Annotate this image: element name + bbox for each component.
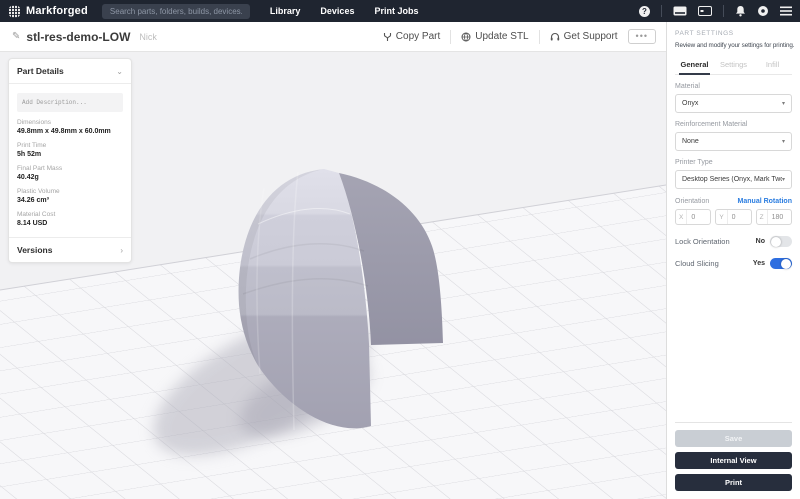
part-details-body: Dimensions 49.8mm x 49.8mm x 60.0mm Prin…: [9, 84, 131, 231]
markforged-logo[interactable]: Markforged: [8, 5, 88, 18]
get-support-button[interactable]: Get Support: [550, 31, 618, 42]
final-part-mass-value: 40.42g: [17, 174, 123, 181]
orientation-z-input[interactable]: [768, 214, 791, 221]
divider: [539, 30, 540, 44]
update-stl-button[interactable]: Update STL: [461, 31, 528, 42]
divider: [450, 30, 451, 44]
part-details-card: Part Details ⌄ Dimensions 49.8mm x 49.8m…: [8, 58, 132, 263]
navbar-right: ?: [639, 5, 792, 17]
orientation-inputs: X Y Z: [675, 209, 792, 225]
nav-link-library[interactable]: Library: [270, 6, 301, 16]
nav-link-print-jobs[interactable]: Print Jobs: [374, 6, 418, 16]
nav-link-devices[interactable]: Devices: [320, 6, 354, 16]
part-owner: Nick: [139, 32, 157, 42]
part-title: stl-res-demo-LOW: [26, 30, 130, 44]
viewport-3d[interactable]: Part Details ⌄ Dimensions 49.8mm x 49.8m…: [0, 52, 666, 499]
description-input[interactable]: [17, 93, 123, 112]
reinforcement-material-label: Reinforcement Material: [675, 121, 792, 128]
cloud-slicing-label: Cloud Slicing: [675, 259, 753, 268]
orientation-y-input[interactable]: [728, 214, 751, 221]
dimensions-label: Dimensions: [17, 119, 123, 126]
orientation-row: Orientation Manual Rotation: [675, 198, 792, 205]
edit-title-icon[interactable]: ✎: [12, 31, 20, 42]
orientation-z-field: Z: [756, 209, 792, 225]
plastic-volume-value: 34.26 cm³: [17, 197, 123, 204]
tab-settings[interactable]: Settings: [714, 56, 753, 74]
settings-tabs: General Settings Infill: [675, 56, 792, 75]
tab-general[interactable]: General: [675, 56, 714, 74]
orientation-x-input[interactable]: [687, 214, 710, 221]
settings-panel-footer: Save Internal View Print: [675, 422, 792, 491]
cloud-slicing-toggle[interactable]: [770, 258, 792, 269]
menu-hamburger-icon[interactable]: [780, 6, 792, 16]
caret-down-icon: ▾: [782, 138, 785, 145]
orientation-x-field: X: [675, 209, 711, 225]
toggle-knob: [771, 237, 781, 247]
markforged-logo-icon: [8, 5, 21, 18]
toggle-knob: [781, 259, 791, 269]
versions-label: Versions: [17, 245, 52, 255]
lock-orientation-toggle[interactable]: [770, 236, 792, 247]
copy-part-button[interactable]: Copy Part: [383, 31, 440, 42]
divider: [661, 5, 662, 17]
material-select[interactable]: Onyx ▾: [675, 94, 792, 113]
plastic-volume-label: Plastic Volume: [17, 188, 123, 195]
copy-part-fork-icon: [383, 32, 392, 42]
title-bar-actions: Copy Part Update STL: [383, 29, 656, 44]
help-icon[interactable]: ?: [639, 6, 650, 17]
axis-x-label: X: [676, 210, 687, 224]
orientation-y-field: Y: [715, 209, 751, 225]
nav-links: Library Devices Print Jobs: [270, 6, 419, 16]
manual-rotation-link[interactable]: Manual Rotation: [738, 198, 792, 205]
update-stl-icon: [461, 32, 471, 42]
divider: [723, 5, 724, 17]
headset-icon: [550, 32, 560, 42]
printer-status-icon[interactable]: [673, 6, 687, 16]
print-button[interactable]: Print: [675, 474, 792, 491]
axis-y-label: Y: [716, 210, 727, 224]
final-part-mass-label: Final Part Mass: [17, 165, 123, 172]
material-status-icon[interactable]: [698, 6, 712, 16]
dimensions-value: 49.8mm x 49.8mm x 60.0mm: [17, 128, 123, 135]
lock-orientation-row: Lock Orientation No: [675, 236, 792, 247]
material-label: Material: [675, 83, 792, 90]
caret-down-icon: ▾: [782, 176, 785, 183]
internal-view-button[interactable]: Internal View: [675, 452, 792, 469]
axis-z-label: Z: [757, 210, 768, 224]
notifications-bell-icon[interactable]: [735, 5, 746, 17]
reinforcement-material-value: None: [682, 138, 699, 145]
part-details-header[interactable]: Part Details ⌄: [9, 59, 131, 84]
tab-infill[interactable]: Infill: [753, 56, 792, 74]
versions-row[interactable]: Versions ›: [9, 237, 131, 262]
material-value: Onyx: [682, 100, 698, 107]
cloud-slicing-row: Cloud Slicing Yes: [675, 258, 792, 269]
more-options-button[interactable]: •••: [628, 29, 656, 44]
lock-orientation-state: No: [756, 238, 765, 245]
material-cost-label: Material Cost: [17, 211, 123, 218]
part-settings-panel: PART SETTINGS Review and modify your set…: [666, 22, 800, 499]
search-input[interactable]: [102, 4, 250, 19]
chevron-down-icon: ⌄: [116, 67, 123, 76]
print-time-value: 5h 52m: [17, 151, 123, 158]
orientation-label: Orientation: [675, 198, 709, 205]
account-avatar-icon[interactable]: [757, 5, 769, 17]
printer-type-value: Desktop Series (Onyx, Mark Two): [682, 176, 782, 183]
lock-orientation-label: Lock Orientation: [675, 237, 756, 246]
print-time-label: Print Time: [17, 142, 123, 149]
part-details-title: Part Details: [17, 66, 64, 76]
part-settings-header: PART SETTINGS: [675, 30, 792, 37]
printer-type-select[interactable]: Desktop Series (Onyx, Mark Two) ▾: [675, 170, 792, 189]
cloud-slicing-state: Yes: [753, 260, 765, 267]
chevron-right-icon: ›: [120, 246, 123, 255]
top-navbar: Markforged Library Devices Print Jobs ?: [0, 0, 800, 22]
save-button[interactable]: Save: [675, 430, 792, 447]
brand-name: Markforged: [26, 5, 88, 17]
reinforcement-material-select[interactable]: None ▾: [675, 132, 792, 151]
material-cost-value: 8.14 USD: [17, 220, 123, 227]
title-bar: ✎ stl-res-demo-LOW Nick Copy Part Update…: [0, 22, 666, 52]
printer-type-label: Printer Type: [675, 159, 792, 166]
part-settings-subheader: Review and modify your settings for prin…: [675, 42, 792, 49]
caret-down-icon: ▾: [782, 100, 785, 107]
